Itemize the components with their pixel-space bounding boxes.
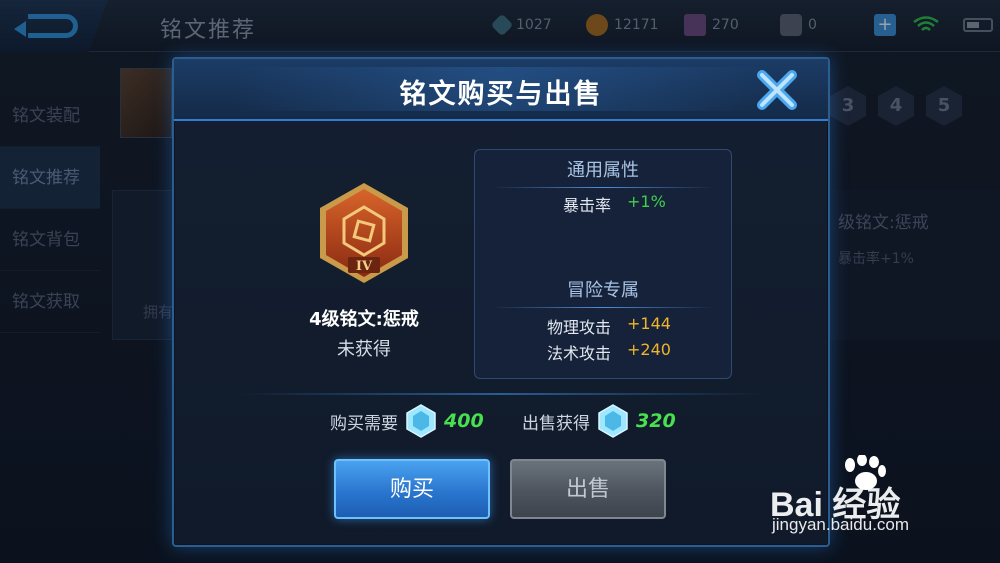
rune-status: 未获得 xyxy=(337,339,391,360)
attr-value: +144 xyxy=(627,314,671,333)
dialog-header: 铭文购买与出售 xyxy=(174,59,828,121)
attr-value: +240 xyxy=(627,340,671,359)
divider xyxy=(234,393,768,395)
sell-price-label: 出售获得 xyxy=(522,413,590,434)
close-icon[interactable] xyxy=(754,67,800,113)
baidu-watermark: Bai 经验 jingyan.baidu.com xyxy=(770,455,990,555)
rune-name: 4级铭文:惩戒 xyxy=(309,309,419,330)
sell-button[interactable]: 出售 xyxy=(510,459,666,519)
buy-price: 购买需要 400 xyxy=(330,403,484,439)
rune-hexagon-icon: IV xyxy=(320,183,408,283)
general-attr-heading: 通用属性 xyxy=(475,156,731,188)
crystal-icon xyxy=(598,404,628,438)
attr-value: +1% xyxy=(627,192,666,211)
buy-button[interactable]: 购买 xyxy=(334,459,490,519)
watermark-url: jingyan.baidu.com xyxy=(772,515,910,534)
crystal-icon xyxy=(406,404,436,438)
dialog-title: 铭文购买与出售 xyxy=(399,79,603,110)
attr-key: 暴击率 xyxy=(562,196,611,215)
adventure-attr-heading: 冒险专属 xyxy=(475,276,731,308)
sell-price-value: 320 xyxy=(636,410,676,432)
buy-price-value: 400 xyxy=(444,410,484,432)
rune-level-badge: IV xyxy=(356,259,373,274)
sell-price: 出售获得 320 xyxy=(522,403,676,439)
buy-price-label: 购买需要 xyxy=(330,413,398,434)
attribute-panel: 通用属性 暴击率 +1% 冒险专属 物理攻击 +144 法术攻击 +240 xyxy=(474,149,732,379)
rune-trade-dialog: 铭文购买与出售 IV 4级铭文:惩戒 未获得 通用属性 暴击率 +1% 冒险专属… xyxy=(172,57,830,547)
attr-key: 物理攻击 xyxy=(546,318,611,337)
attr-key: 法术攻击 xyxy=(546,344,611,363)
